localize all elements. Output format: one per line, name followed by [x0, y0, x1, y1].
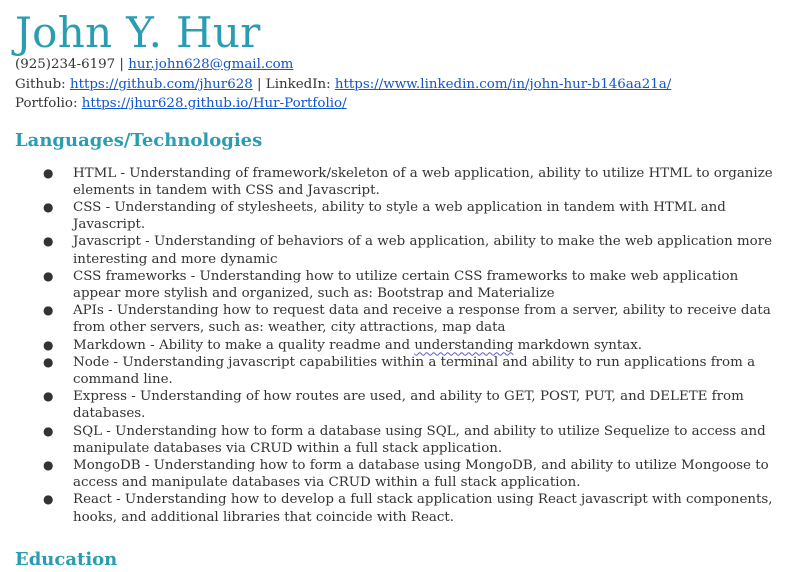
skill-item-node: ● Node - Understanding javascript capabil… — [15, 354, 785, 388]
skill-text-tail: markdown syntax. — [513, 337, 643, 353]
bullet-icon: ● — [43, 199, 54, 214]
bullet-icon: ● — [43, 234, 54, 249]
social-links-line: Github: https://github.com/jhur628 | Lin… — [15, 76, 785, 94]
bullet-icon: ● — [43, 354, 54, 369]
skill-text: Express - Understanding of how routes ar… — [73, 389, 744, 422]
skill-text: React - Understanding how to develop a f… — [73, 492, 773, 525]
resume-document: John Y. Hur (925)234-6197 | hur.john628@… — [15, 0, 785, 572]
bullet-icon: ● — [43, 303, 54, 318]
bullet-icon: ● — [43, 457, 54, 472]
skill-text: HTML - Understanding of framework/skelet… — [73, 165, 773, 198]
skill-text: APIs - Understanding how to request data… — [73, 303, 771, 336]
languages-heading: Languages/Technologies — [15, 129, 263, 151]
skill-item-sql: ● SQL - Understanding how to form a datab… — [15, 423, 785, 457]
skill-item-css-frameworks: ● CSS frameworks - Understanding how to u… — [15, 268, 785, 302]
github-label: Github: — [15, 76, 70, 92]
education-heading: Education — [15, 548, 118, 570]
portfolio-label: Portfolio: — [15, 96, 82, 111]
skill-text: SQL - Understanding how to form a databa… — [73, 423, 766, 456]
skill-item-css: ● CSS - Understanding of stylesheets, abi… — [15, 199, 785, 233]
skill-item-mongodb: ● MongoDB - Understanding how to form a d… — [15, 457, 785, 491]
bullet-icon: ● — [43, 337, 54, 352]
skill-text: Markdown - Ability to make a quality rea… — [73, 337, 415, 353]
skill-item-express: ● Express - Understanding of how routes a… — [15, 388, 785, 422]
portfolio-line: Portfolio: https://jhur628.github.io/Hur… — [15, 95, 785, 113]
skill-item-javascript: ● Javascript - Understanding of behaviors… — [15, 233, 785, 267]
skill-item-apis: ● APIs - Understanding how to request dat… — [15, 302, 785, 336]
separator: | — [252, 76, 266, 92]
skill-text: CSS - Understanding of stylesheets, abil… — [73, 199, 726, 233]
github-link[interactable]: https://github.com/jhur628 — [70, 77, 253, 92]
bullet-icon: ● — [43, 492, 54, 507]
portfolio-link[interactable]: https://jhur628.github.io/Hur-Portfolio/ — [82, 96, 347, 111]
skill-text: Node - Understanding javascript capabili… — [73, 354, 756, 387]
spellcheck-underline: understanding — [414, 337, 514, 353]
linkedin-label: LinkedIn: — [265, 76, 335, 92]
skill-text: MongoDB - Understanding how to form a da… — [73, 457, 769, 491]
skill-text: CSS frameworks - Understanding how to ut… — [73, 268, 739, 301]
candidate-name: John Y. Hur — [15, 8, 261, 57]
bullet-icon: ● — [43, 423, 54, 438]
email-link[interactable]: hur.john628@gmail.com — [128, 57, 293, 72]
bullet-icon: ● — [43, 165, 54, 180]
linkedin-link[interactable]: https://www.linkedin.com/in/john-hur-b14… — [335, 77, 671, 92]
bullet-icon: ● — [43, 389, 54, 404]
contact-line: (925)234-6197 | hur.john628@gmail.com — [15, 56, 785, 74]
phone-number: (925)234-6197 — [15, 57, 116, 72]
skill-item-html: ● HTML - Understanding of framework/skele… — [15, 165, 785, 199]
skill-item-markdown: ● Markdown - Ability to make a quality re… — [15, 337, 785, 354]
bullet-icon: ● — [43, 268, 54, 283]
skill-item-react: ● React - Understanding how to develop a … — [15, 491, 785, 525]
skills-list: ● HTML - Understanding of framework/skele… — [15, 165, 785, 526]
skill-text: Javascript - Understanding of behaviors … — [73, 234, 773, 267]
separator: | — [115, 57, 129, 72]
